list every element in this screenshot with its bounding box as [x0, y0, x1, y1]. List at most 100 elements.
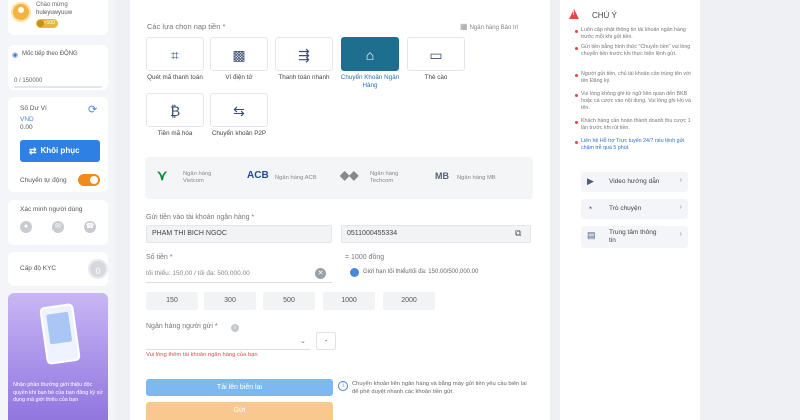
note-item: Khách hàng cần hoàn thành doanh thu cược…	[581, 118, 691, 131]
info-center-link[interactable]: ▤ Trung tâm thông tin ›	[581, 226, 688, 248]
greeting-text: Chào mừng	[36, 2, 68, 8]
method-label-p2p: Chuyển khoản P2P	[211, 130, 267, 137]
note-bullet-icon	[575, 47, 578, 50]
copy-icon[interactable]: ⧉	[515, 228, 521, 239]
deposit-form: Các lựa chọn nạp tiền * ▦ Ngân hàng Bảo t…	[130, 0, 550, 420]
bank-option-acb[interactable]: ACB Ngân hàng ACB	[247, 165, 337, 191]
method-scratch-card[interactable]: ▭	[407, 37, 465, 71]
rate-text: = 1000 đồng	[345, 254, 385, 261]
user-verify-icon[interactable]: ●	[20, 221, 32, 233]
note-bullet-icon	[575, 141, 578, 144]
note-item: Gửi tiền bằng hình thức "Chuyển tiền" vu…	[581, 44, 691, 57]
limit-info-icon	[350, 268, 359, 277]
chevron-right-icon: ›	[679, 177, 682, 184]
note-bullet-icon	[575, 74, 578, 77]
method-bank-transfer[interactable]: ⌂	[341, 37, 399, 71]
bank-maintenance-label: Ngân hàng Bảo trì	[469, 25, 519, 31]
chevron-down-icon[interactable]: ⌄	[300, 337, 306, 345]
amount-input[interactable]: tối thiểu: 150,00 / tối đa: 500,000.00	[146, 265, 332, 283]
method-label-e-wallet: Ví điện tử	[225, 74, 253, 81]
bank-selector: ⋎ Ngân hàng Vietcom ACB Ngân hàng ACB ◆◆…	[145, 157, 533, 199]
vip-badge: >100	[36, 19, 58, 28]
video-guide-label: Video hướng dẫn	[609, 178, 660, 185]
level-progress-bar	[14, 86, 102, 88]
deposit-options-title: Các lựa chọn nạp tiền *	[147, 22, 226, 31]
chat-link[interactable]: ◔ Trò chuyện ›	[581, 199, 688, 219]
balance-value: 0.00	[20, 124, 33, 131]
phone-illustration-icon	[39, 302, 81, 366]
chevron-right-icon: ›	[679, 231, 682, 238]
bank-name-techcom: Ngân hàng Techcom	[370, 171, 399, 184]
video-icon: ▶	[587, 176, 594, 186]
techcombank-logo-icon: ◆◆	[340, 168, 359, 182]
upload-receipt-button[interactable]: Tải lên biên lai	[146, 379, 333, 396]
restore-button[interactable]: ⇄ Khôi phục	[20, 140, 100, 162]
mb-logo: MB	[435, 171, 449, 181]
card-icon: ▭	[429, 47, 443, 63]
sender-bank-label: Ngân hàng người gửi *	[146, 323, 218, 330]
quick-amount-150[interactable]: 150	[146, 292, 198, 310]
verify-card: Xác minh người dùng ● ✉ ☎	[8, 200, 108, 245]
balance-label: Số Dư Ví	[20, 105, 47, 112]
bank-option-vietcombank[interactable]: ⋎ Ngân hàng Vietcom	[157, 165, 237, 191]
quick-amount-2000[interactable]: 2000	[383, 292, 435, 310]
clear-icon[interactable]: ✕	[315, 268, 326, 279]
account-name-field[interactable]: PHAM THI BICH NGOC	[146, 225, 332, 243]
add-bank-button[interactable]: -	[316, 332, 336, 350]
email-verify-icon[interactable]: ✉	[52, 221, 64, 233]
username: huleyuwyuuw	[36, 10, 73, 16]
quick-amount-300[interactable]: 300	[204, 292, 256, 310]
info-center-label: Trung tâm thông tin	[609, 229, 657, 244]
note-bullet-icon	[575, 94, 578, 97]
quick-amount-500[interactable]: 500	[263, 292, 315, 310]
receipt-note-text: Chuyển khoản liên ngân hàng và bằng máy …	[352, 381, 527, 395]
chat-label: Trò chuyện	[609, 205, 642, 212]
chevron-right-icon: ›	[679, 204, 682, 211]
refresh-icon[interactable]: ⟳	[88, 103, 97, 116]
phone-verify-icon[interactable]: ☎	[84, 221, 96, 233]
note-bullet-icon	[575, 121, 578, 124]
level-progress-text: 0 / 150000	[14, 78, 43, 84]
method-label-scratch-card: Thẻ cào	[424, 74, 448, 81]
method-fast-payment[interactable]: ⇶	[275, 37, 333, 71]
crypto-icon: ₿	[169, 103, 181, 119]
note-item-support: Liên hệ Hỗ trợ Trực tuyến 24/7 nếu lệnh …	[581, 138, 685, 151]
level-card[interactable]: ◉ Mốc tiếp theo ĐỘNG 0 / 150000	[8, 45, 108, 90]
referral-promo-text: Nhận phần thưởng giới thiệu độc quyền kh…	[13, 382, 103, 404]
bank-maintenance-link[interactable]: ▦ Ngân hàng Bảo trì	[460, 22, 518, 31]
user-card: Chào mừng huleyuwyuuw >100	[8, 0, 108, 35]
referral-promo-banner[interactable]: Nhận phần thưởng giới thiệu độc quyền kh…	[8, 293, 108, 420]
video-guide-link[interactable]: ▶ Video hướng dẫn ›	[581, 172, 688, 192]
method-crypto[interactable]: ₿	[146, 93, 204, 127]
method-qr-scan[interactable]: ⌗	[146, 37, 204, 71]
method-label-fast-payment: Thanh toán nhanh	[278, 74, 330, 81]
note-item: Luôn cập nhật thông tin tài khoản ngân h…	[581, 27, 686, 40]
sender-bank-info-icon[interactable]: i	[231, 324, 239, 332]
kyc-level-badge: 0	[88, 259, 108, 279]
info-center-icon: ▤	[587, 230, 596, 240]
quick-amount-1000[interactable]: 1000	[323, 292, 375, 310]
account-label: Gửi tiền vào tài khoản ngân hàng *	[146, 214, 255, 221]
method-label-crypto: Tiền mã hóa	[157, 130, 193, 137]
method-label-bank-transfer: Chuyển Khoản Ngân Hàng	[340, 74, 400, 89]
kyc-card[interactable]: Cấp độ KYC 0	[8, 252, 108, 286]
bank-icon: ⌂	[365, 47, 375, 63]
level-title: Mốc tiếp theo ĐỘNG	[22, 51, 78, 57]
warning-icon	[569, 9, 579, 19]
left-sidebar: Chào mừng huleyuwyuuw >100 ◉ Mốc tiếp th…	[0, 0, 115, 420]
auto-transfer-toggle[interactable]	[78, 174, 100, 186]
p2p-icon: ⇆	[233, 103, 245, 119]
bank-option-techcombank[interactable]: ◆◆ Ngân hàng Techcom	[340, 165, 425, 191]
avatar[interactable]	[11, 2, 31, 22]
method-e-wallet[interactable]: ▩	[210, 37, 268, 71]
bank-option-mb[interactable]: MB Ngân hàng MB	[435, 165, 525, 191]
qr-code-icon: ▩	[232, 47, 246, 63]
restore-icon: ⇄	[29, 146, 37, 156]
note-item: Người gửi tiền, chủ tài khoản cần trùng …	[581, 71, 691, 84]
method-p2p[interactable]: ⇆	[210, 93, 268, 127]
kyc-label: Cấp độ KYC	[20, 265, 57, 272]
sender-bank-select[interactable]	[146, 332, 310, 350]
submit-deposit-button[interactable]: Gửi	[146, 402, 333, 420]
account-number-field[interactable]: 0511000455334	[341, 225, 531, 243]
add-bank-error-text: Vui lòng thêm tài khoản ngân hàng của bạ…	[146, 352, 258, 358]
